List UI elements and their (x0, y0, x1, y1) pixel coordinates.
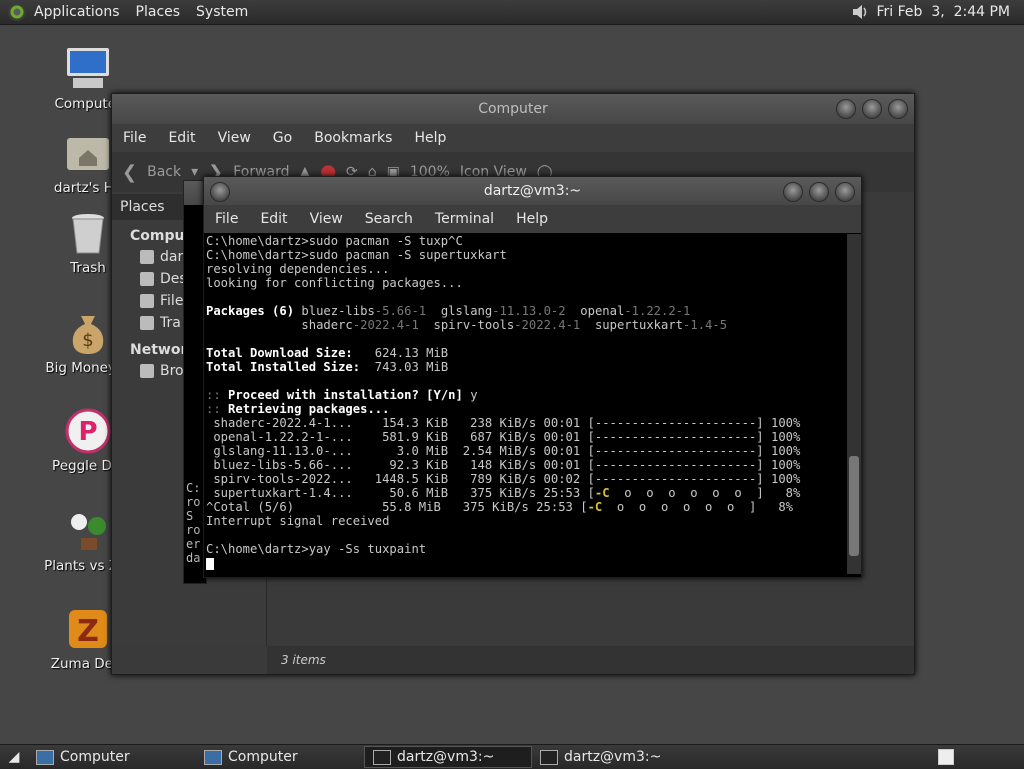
command-line: C:\home\dartz>yay -Ss tuxpaint (206, 542, 427, 556)
terminal-window: dartz@vm3:~ File Edit View Search Termin… (203, 176, 862, 578)
download-progress-line: supertuxkart-1.4... 50.6 MiB 375 KiB/s 2… (206, 486, 801, 500)
download-progress-line: ^Cotal (5/6) 55.8 MiB 375 KiB/s 25:53 [-… (206, 500, 794, 514)
clock[interactable]: Fri Feb 3, 2:44 PM (877, 4, 1011, 20)
close-button[interactable] (888, 99, 908, 119)
bottom-panel: ◢ Computer Computer dartz@vm3:~ dartz@vm… (0, 744, 1024, 769)
folder-window-icon (204, 749, 222, 765)
terminal-line: looking for conflicting packages... (206, 276, 463, 290)
svg-text:P: P (78, 417, 97, 447)
menu-view[interactable]: View (207, 130, 262, 146)
svg-text:Z: Z (77, 614, 99, 649)
workspace-switcher-icon[interactable] (938, 749, 954, 765)
computer-icon (65, 46, 111, 92)
download-size-line: Total Download Size: 624.13 MiB (206, 346, 449, 360)
home-folder-icon (65, 130, 111, 176)
terminal-line: resolving dependencies... (206, 262, 390, 276)
back-button[interactable]: Back (147, 164, 181, 180)
menu-file[interactable]: File (112, 130, 157, 146)
terminal-titlebar[interactable]: dartz@vm3:~ (204, 177, 861, 205)
maximize-button[interactable] (862, 99, 882, 119)
terminal-output[interactable]: C:\home\dartz>sudo pacman -S tuxp^C C:\ho… (204, 234, 847, 574)
top-panel: Applications Places System Fri Feb 3, 2:… (0, 0, 1024, 25)
menu-help[interactable]: Help (403, 130, 457, 146)
download-progress-line: shaderc-2022.4-1... 154.3 KiB 238 KiB/s … (206, 416, 801, 430)
folder-icon (140, 250, 154, 264)
interrupt-line: Interrupt signal received (206, 514, 390, 528)
taskbar-item-terminal[interactable]: dartz@vm3:~ (532, 746, 700, 768)
menu-edit[interactable]: Edit (157, 130, 206, 146)
taskbar-item-computer[interactable]: Computer (28, 746, 196, 768)
menu-view[interactable]: View (299, 211, 354, 227)
download-progress-line: openal-1.22.2-1-... 581.9 KiB 687 KiB/s … (206, 430, 801, 444)
menu-applications[interactable]: Applications (26, 0, 128, 24)
terminal-cursor (206, 557, 214, 570)
status-bar: 3 items (267, 646, 914, 674)
download-progress-line: glslang-11.13.0-... 3.0 MiB 2.54 MiB/s 0… (206, 444, 801, 458)
menu-go[interactable]: Go (262, 130, 303, 146)
download-progress-line: bluez-libs-5.66-... 92.3 KiB 148 KiB/s 0… (206, 458, 801, 472)
plants-icon (65, 508, 111, 554)
desktop-icon (140, 272, 154, 286)
trash-icon (65, 210, 111, 256)
download-progress-line: spirv-tools-2022... 1448.5 KiB 789 KiB/s… (206, 472, 801, 486)
minimize-button[interactable] (783, 182, 803, 202)
chevron-down-icon[interactable]: ▾ (191, 164, 198, 180)
taskbar-item-computer-2[interactable]: Computer (196, 746, 364, 768)
menu-help[interactable]: Help (505, 211, 559, 227)
menu-terminal[interactable]: Terminal (424, 211, 505, 227)
taskbar-item-terminal-active[interactable]: dartz@vm3:~ (364, 746, 532, 768)
menu-bookmarks[interactable]: Bookmarks (303, 130, 403, 146)
file-manager-menubar: File Edit View Go Bookmarks Help (112, 124, 914, 152)
peggle-icon: P (65, 408, 111, 454)
terminal-menubar: File Edit View Search Terminal Help (204, 205, 861, 233)
back-arrow-icon[interactable]: ❮ (122, 162, 137, 183)
minimize-button[interactable] (836, 99, 856, 119)
money-bag-icon: $ (65, 310, 111, 356)
window-title: Computer (478, 101, 548, 117)
show-desktop-icon[interactable]: ◢ (0, 749, 28, 765)
menu-file[interactable]: File (204, 211, 249, 227)
background-terminal-text: C: ro S ro er da (186, 481, 201, 565)
packages-line: Packages (6) bluez-libs-5.66-1 glslang-1… (206, 304, 691, 318)
menu-places[interactable]: Places (128, 0, 189, 24)
window-menu-button[interactable] (210, 182, 230, 202)
volume-icon[interactable] (851, 3, 869, 21)
terminal-line: C:\home\dartz>sudo pacman -S supertuxkar… (206, 248, 507, 262)
terminal-icon (373, 749, 391, 765)
distro-logo-icon[interactable] (8, 3, 26, 21)
svg-text:$: $ (82, 330, 93, 351)
drive-icon (140, 294, 154, 308)
file-manager-titlebar[interactable]: Computer (112, 94, 914, 124)
trash-icon (140, 316, 154, 330)
installed-size-line: Total Installed Size: 743.03 MiB (206, 360, 449, 374)
maximize-button[interactable] (809, 182, 829, 202)
terminal-title: dartz@vm3:~ (483, 183, 582, 199)
menu-search[interactable]: Search (354, 211, 424, 227)
terminal-scrollbar[interactable] (847, 234, 861, 574)
menu-edit[interactable]: Edit (249, 211, 298, 227)
menu-system[interactable]: System (188, 0, 256, 24)
terminal-icon (540, 749, 558, 765)
retrieving-line: :: Retrieving packages... (206, 402, 390, 416)
scrollbar-thumb[interactable] (849, 456, 859, 556)
packages-line-2: shaderc-2022.4-1 spirv-tools-2022.4-1 su… (301, 318, 728, 332)
folder-window-icon (36, 749, 54, 765)
zuma-icon: Z (65, 606, 111, 652)
terminal-line: C:\home\dartz>sudo pacman -S tuxp^C (206, 234, 463, 248)
close-button[interactable] (835, 182, 855, 202)
network-icon (140, 364, 154, 378)
proceed-line: :: Proceed with installation? [Y/n] y (206, 388, 478, 402)
